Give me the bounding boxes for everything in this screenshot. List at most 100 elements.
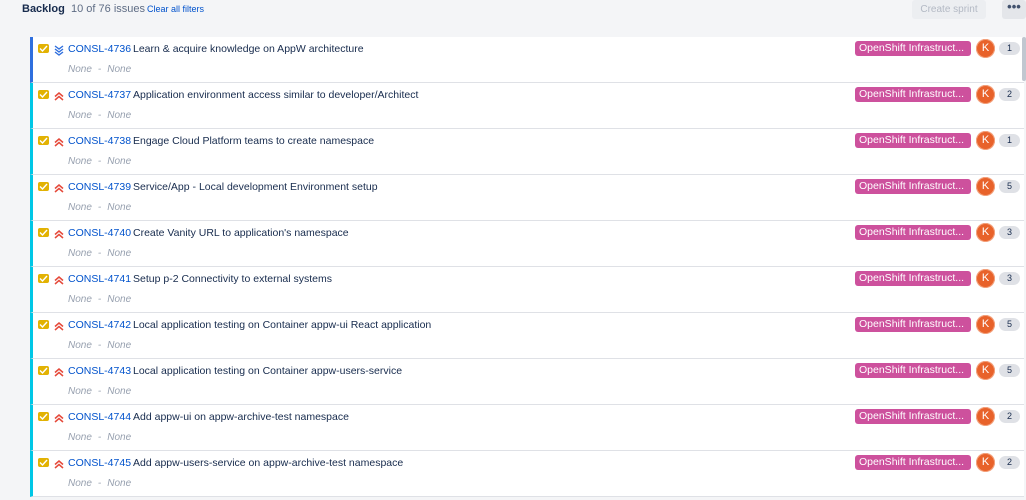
more-button[interactable]: ••• xyxy=(1002,0,1026,19)
assignee-avatar[interactable]: K xyxy=(976,315,995,334)
epic-lozenge[interactable]: OpenShift Infrastruct... xyxy=(855,179,971,194)
issue-meta: None - None xyxy=(68,478,131,489)
issue-key-link[interactable]: CONSL-4739 xyxy=(68,181,131,193)
assignee-avatar[interactable]: K xyxy=(976,223,995,242)
story-icon xyxy=(38,458,49,467)
priority-high-icon xyxy=(53,273,65,285)
issue-row[interactable]: CONSL-4739 Service/App - Local developmen… xyxy=(30,175,1024,221)
story-icon xyxy=(38,366,49,375)
story-points-badge: 3 xyxy=(999,226,1020,239)
assignee-avatar[interactable]: K xyxy=(976,407,995,426)
clear-filters-link[interactable]: Clear all filters xyxy=(147,4,204,14)
issue-meta-value: None xyxy=(68,386,92,397)
issue-key-link[interactable]: CONSL-4742 xyxy=(68,319,131,331)
issue-meta-value: None xyxy=(68,202,92,213)
issue-key-link[interactable]: CONSL-4745 xyxy=(68,457,131,469)
story-points-badge: 2 xyxy=(999,88,1020,101)
scrollbar[interactable] xyxy=(1022,37,1026,81)
more-horizontal-icon: ••• xyxy=(1007,0,1021,14)
issue-meta-value: None xyxy=(107,386,132,397)
issue-meta-value: None xyxy=(107,340,132,351)
assignee-avatar[interactable]: K xyxy=(976,177,995,196)
issue-meta-value: None xyxy=(68,432,92,443)
story-points-badge: 2 xyxy=(999,410,1020,423)
create-sprint-button[interactable]: Create sprint xyxy=(912,0,986,19)
issue-row[interactable]: CONSL-4737 Application environment access… xyxy=(30,83,1024,129)
issue-summary: Local application testing on Container a… xyxy=(133,319,432,331)
issue-key-link[interactable]: CONSL-4737 xyxy=(68,89,131,101)
issue-list: CONSL-4736 Learn & acquire knowledge on A… xyxy=(30,37,1024,497)
story-icon xyxy=(38,274,49,283)
issue-summary: Service/App - Local development Environm… xyxy=(133,181,378,193)
story-icon xyxy=(38,412,49,421)
epic-lozenge[interactable]: OpenShift Infrastruct... xyxy=(855,363,971,378)
issue-meta-value: None xyxy=(68,478,92,489)
issue-row[interactable]: CONSL-4744 Add appw-ui on appw-archive-te… xyxy=(30,405,1024,451)
issue-meta: None - None xyxy=(68,248,131,259)
assignee-avatar[interactable]: K xyxy=(976,269,995,288)
issue-key-link[interactable]: CONSL-4736 xyxy=(68,43,131,55)
issue-meta-value: None xyxy=(107,110,132,121)
story-points-badge: 5 xyxy=(999,364,1020,377)
meta-separator: - xyxy=(97,248,102,259)
priority-high-icon xyxy=(53,227,65,239)
meta-separator: - xyxy=(97,340,102,351)
assignee-avatar[interactable]: K xyxy=(976,39,995,58)
issue-count: 10 of 76 issues xyxy=(71,3,145,15)
priority-lowest-icon xyxy=(53,43,65,56)
assignee-avatar[interactable]: K xyxy=(976,453,995,472)
epic-lozenge[interactable]: OpenShift Infrastruct... xyxy=(855,133,971,148)
story-points-badge: 3 xyxy=(999,272,1020,285)
epic-lozenge[interactable]: OpenShift Infrastruct... xyxy=(855,87,971,102)
issue-summary: Engage Cloud Platform teams to create na… xyxy=(133,135,375,147)
issue-key-link[interactable]: CONSL-4743 xyxy=(68,365,131,377)
backlog-title: Backlog xyxy=(22,3,65,15)
issue-meta-value: None xyxy=(107,248,132,259)
assignee-avatar[interactable]: K xyxy=(976,361,995,380)
issue-summary: Setup p-2 Connectivity to external syste… xyxy=(133,273,333,285)
issue-meta: None - None xyxy=(68,386,131,397)
issue-meta-value: None xyxy=(68,156,92,167)
issue-meta-value: None xyxy=(107,294,132,305)
issue-meta: None - None xyxy=(68,64,131,75)
meta-separator: - xyxy=(97,478,102,489)
priority-high-icon xyxy=(53,411,65,423)
issue-row[interactable]: CONSL-4741 Setup p-2 Connectivity to exte… xyxy=(30,267,1024,313)
story-icon xyxy=(38,90,49,99)
issue-row[interactable]: CONSL-4742 Local application testing on C… xyxy=(30,313,1024,359)
issue-row[interactable]: CONSL-4743 Local application testing on C… xyxy=(30,359,1024,405)
assignee-avatar[interactable]: K xyxy=(976,85,995,104)
issue-summary: Add appw-ui on appw-archive-test namespa… xyxy=(133,411,349,423)
issue-row[interactable]: CONSL-4745 Add appw-users-service on appw… xyxy=(30,451,1024,497)
epic-lozenge[interactable]: OpenShift Infrastruct... xyxy=(855,409,971,424)
story-icon xyxy=(38,228,49,237)
priority-high-icon xyxy=(53,89,65,101)
meta-separator: - xyxy=(97,110,102,121)
priority-high-icon xyxy=(53,319,65,331)
epic-lozenge[interactable]: OpenShift Infrastruct... xyxy=(855,271,971,286)
issue-summary: Application environment access similar t… xyxy=(133,89,419,101)
issue-meta-value: None xyxy=(107,156,132,167)
issue-key-link[interactable]: CONSL-4741 xyxy=(68,273,131,285)
issue-row[interactable]: CONSL-4740 Create Vanity URL to applicati… xyxy=(30,221,1024,267)
issue-meta-value: None xyxy=(107,432,132,443)
story-points-badge: 2 xyxy=(999,456,1020,469)
story-icon xyxy=(38,44,49,53)
issue-row[interactable]: CONSL-4736 Learn & acquire knowledge on A… xyxy=(30,37,1024,83)
issue-meta-value: None xyxy=(107,478,132,489)
priority-high-icon xyxy=(53,181,65,193)
meta-separator: - xyxy=(97,156,102,167)
epic-lozenge[interactable]: OpenShift Infrastruct... xyxy=(855,455,971,470)
epic-lozenge[interactable]: OpenShift Infrastruct... xyxy=(855,41,971,56)
issue-meta-value: None xyxy=(68,64,92,75)
epic-lozenge[interactable]: OpenShift Infrastruct... xyxy=(855,317,971,332)
meta-separator: - xyxy=(97,64,102,75)
issue-row[interactable]: CONSL-4738 Engage Cloud Platform teams to… xyxy=(30,129,1024,175)
issue-key-link[interactable]: CONSL-4740 xyxy=(68,227,131,239)
assignee-avatar[interactable]: K xyxy=(976,131,995,150)
issue-key-link[interactable]: CONSL-4744 xyxy=(68,411,131,423)
issue-summary: Learn & acquire knowledge on AppW archit… xyxy=(133,43,364,55)
epic-lozenge[interactable]: OpenShift Infrastruct... xyxy=(855,225,971,240)
issue-key-link[interactable]: CONSL-4738 xyxy=(68,135,131,147)
story-icon xyxy=(38,182,49,191)
